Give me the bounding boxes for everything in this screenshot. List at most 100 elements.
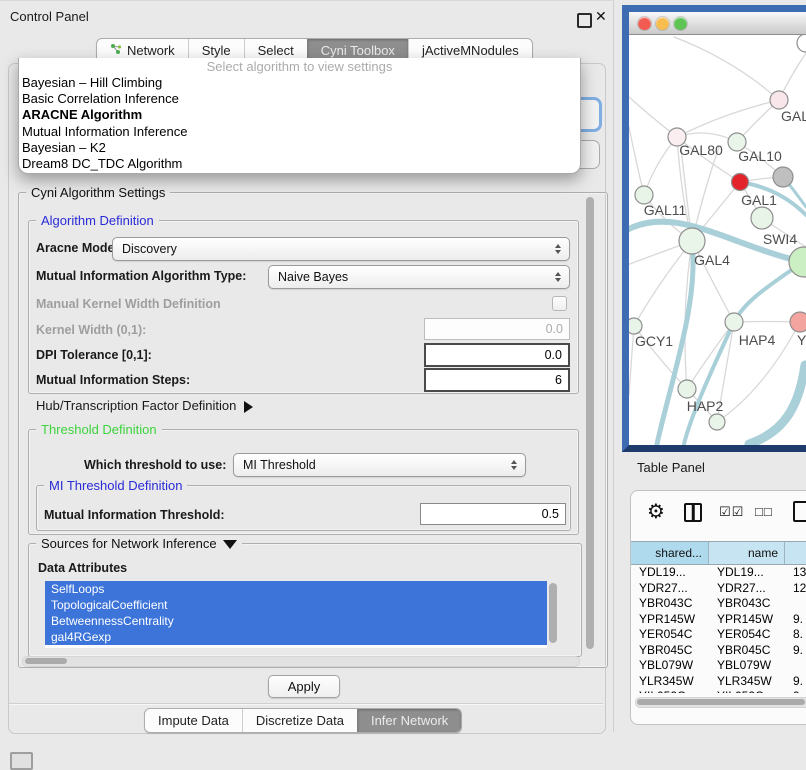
network-edge[interactable] — [677, 100, 779, 137]
algorithm-option[interactable]: Basic Correlation Inference — [19, 91, 580, 107]
table-cell[interactable]: YDL19... — [709, 565, 785, 581]
table-cell[interactable]: 8. — [785, 627, 806, 643]
network-edge[interactable] — [644, 137, 677, 195]
tab-infer-network[interactable]: Infer Network — [357, 709, 461, 732]
algorithm-option[interactable]: ARACNE Algorithm — [19, 107, 580, 123]
table-cell[interactable]: 9. — [785, 612, 806, 628]
table-cell[interactable]: YIL052C — [631, 689, 709, 693]
table-cell[interactable]: YIL052C — [709, 689, 785, 693]
table-cell[interactable]: YLR345W — [631, 674, 709, 690]
mi-threshold-input[interactable]: 0.5 — [420, 503, 566, 525]
table-cell[interactable]: YBR043C — [631, 596, 709, 612]
network-edge[interactable] — [674, 37, 779, 100]
network-node[interactable] — [790, 312, 806, 332]
table-cell[interactable]: YER054C — [631, 627, 709, 643]
column-header-name[interactable]: name — [709, 542, 785, 564]
sources-title[interactable]: Sources for Network Inference — [36, 536, 242, 551]
table-cell[interactable]: YDR27... — [631, 581, 709, 597]
network-node[interactable] — [770, 91, 788, 109]
table-cell[interactable]: YLR345W — [709, 674, 785, 690]
network-edge[interactable] — [687, 322, 734, 389]
table-row[interactable]: YDL19...YDL19...13 — [631, 565, 806, 581]
column-header-shared-name[interactable]: shared... — [631, 542, 709, 564]
network-edge[interactable] — [629, 127, 644, 195]
table-cell[interactable]: YBL079W — [631, 658, 709, 674]
export-table-icon[interactable] — [793, 501, 806, 522]
network-node[interactable] — [732, 174, 749, 191]
network-node[interactable] — [679, 228, 705, 254]
algorithm-option[interactable]: Bayesian – Hill Climbing — [19, 75, 580, 91]
table-cell[interactable]: YPR145W — [709, 612, 785, 628]
table-cell[interactable]: 13 — [785, 565, 806, 581]
table-row[interactable]: YER054CYER054C8. — [631, 627, 806, 643]
table-row[interactable]: YPR145WYPR145W9. — [631, 612, 806, 628]
table-cell[interactable] — [785, 658, 806, 674]
data-attribute-item[interactable]: gal4RGexp — [45, 629, 547, 645]
mac-minimize-icon[interactable] — [656, 17, 669, 30]
table-cell[interactable]: 9. — [785, 674, 806, 690]
network-node[interactable] — [709, 414, 725, 430]
mi-steps-input[interactable]: 6 — [424, 368, 570, 392]
columns-icon[interactable] — [684, 503, 702, 522]
data-attributes-list[interactable]: SelfLoopsTopologicalCoefficientBetweenne… — [45, 581, 547, 648]
table-row[interactable]: YDR27...YDR27...12 — [631, 581, 806, 597]
deselect-all-checkboxes-icon[interactable]: □□ — [755, 504, 773, 519]
table-cell[interactable]: 9. — [785, 643, 806, 659]
algorithm-combobox-fragment[interactable] — [578, 97, 602, 132]
table-cell[interactable]: YDL19... — [631, 565, 709, 581]
table-cell[interactable]: YBL079W — [709, 658, 785, 674]
tab-discretize-data[interactable]: Discretize Data — [242, 709, 357, 732]
mac-zoom-icon[interactable] — [674, 17, 687, 30]
dpi-tolerance-input[interactable]: 0.0 — [424, 343, 570, 367]
table-row[interactable]: YIL052CYIL052C9. — [631, 689, 806, 693]
manual-kernel-width-checkbox[interactable] — [552, 296, 567, 311]
table-cell[interactable]: YER054C — [709, 627, 785, 643]
attributes-list-scrollbar[interactable] — [548, 582, 559, 646]
network-node[interactable] — [773, 167, 793, 187]
table-cell[interactable]: YBR045C — [709, 643, 785, 659]
corner-chip[interactable] — [10, 752, 33, 770]
float-window-button[interactable] — [577, 13, 592, 28]
data-attribute-item[interactable]: BetweennessCentrality — [45, 613, 547, 629]
network-node[interactable] — [789, 247, 806, 277]
network-node[interactable] — [629, 318, 642, 334]
table-cell[interactable] — [785, 596, 806, 612]
table-row[interactable]: YBR045CYBR045C9. — [631, 643, 806, 659]
network-edge[interactable] — [629, 326, 634, 395]
algorithm-option[interactable]: Bayesian – K2 — [19, 140, 580, 156]
table-cell[interactable]: YBR045C — [631, 643, 709, 659]
data-attribute-item[interactable]: TopologicalCoefficient — [45, 597, 547, 613]
network-edge[interactable] — [634, 241, 692, 326]
network-node[interactable] — [751, 207, 773, 229]
select-all-checkboxes-icon[interactable]: ☑☑ — [719, 504, 744, 520]
gear-icon[interactable]: ⚙ — [647, 499, 665, 524]
data-attribute-item[interactable]: SelfLoops — [45, 581, 547, 597]
table-horizontal-scrollbar[interactable] — [635, 697, 806, 708]
table-cell[interactable]: 12 — [785, 581, 806, 597]
which-threshold-select[interactable]: MI Threshold — [233, 453, 526, 477]
settings-horizontal-scrollbar[interactable] — [22, 656, 580, 667]
aracne-mode-select[interactable]: Discovery — [112, 237, 570, 261]
table-row[interactable]: YBL079WYBL079W — [631, 658, 806, 674]
algorithm-option[interactable]: Mutual Information Inference — [19, 124, 580, 140]
network-combobox-fragment[interactable] — [578, 140, 600, 169]
table-cell[interactable]: YPR145W — [631, 612, 709, 628]
network-node[interactable] — [678, 380, 696, 398]
hub-definition-toggle[interactable]: Hub/Transcription Factor Definition — [36, 398, 253, 413]
tab-impute-data[interactable]: Impute Data — [145, 709, 242, 732]
kernel-width-input[interactable]: 0.0 — [424, 318, 570, 340]
close-icon[interactable]: ✕ — [595, 8, 607, 25]
network-canvas[interactable]: GALGAL80GAL10GAL1GAL11SWI4GAL4GCY1HAP4YH… — [629, 35, 806, 445]
network-node[interactable] — [725, 313, 743, 331]
table-cell[interactable]: YBR043C — [709, 596, 785, 612]
mi-algorithm-type-select[interactable]: Naive Bayes — [268, 265, 570, 289]
network-window-titlebar[interactable] — [629, 12, 806, 35]
network-view-window[interactable]: GALGAL80GAL10GAL1GAL11SWI4GAL4GCY1HAP4YH… — [622, 5, 806, 452]
table-row[interactable]: YLR345WYLR345W9. — [631, 674, 806, 690]
mac-close-icon[interactable] — [638, 17, 651, 30]
network-node[interactable] — [797, 35, 806, 52]
table-row[interactable]: YBR043CYBR043C — [631, 596, 806, 612]
table-cell[interactable]: 9. — [785, 689, 806, 693]
table-cell[interactable]: YDR27... — [709, 581, 785, 597]
settings-vertical-scrollbar[interactable] — [585, 194, 596, 660]
